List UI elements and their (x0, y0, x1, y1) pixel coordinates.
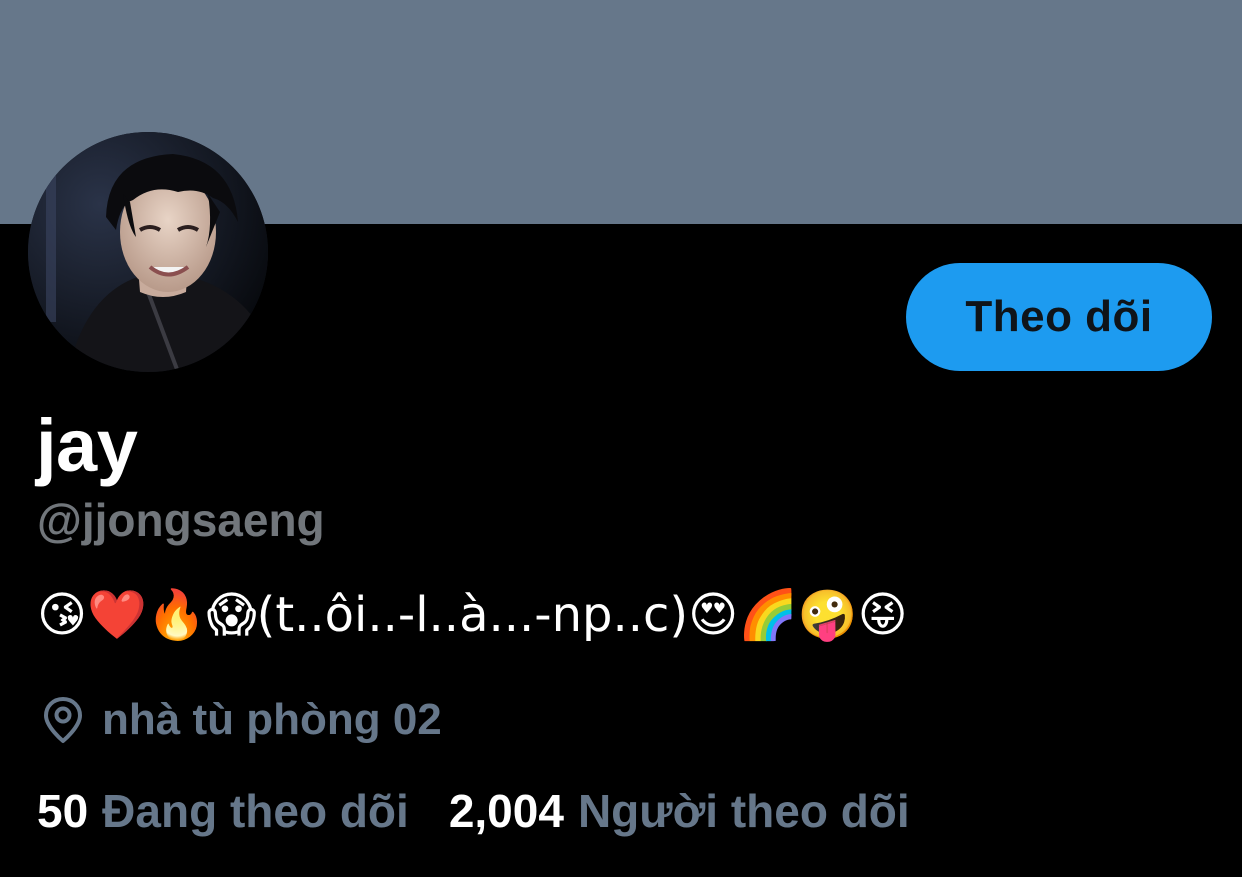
profile-handle: @jjongsaeng (37, 494, 325, 546)
following-label: Đang theo dõi (102, 785, 409, 837)
profile-stats: 50 Đang theo dõi 2,004 Người theo dõi (37, 780, 910, 842)
followers-link[interactable]: 2,004 Người theo dõi (449, 780, 910, 842)
map-pin-icon (40, 695, 86, 745)
following-count: 50 (37, 785, 89, 837)
location-text: nhà tù phòng 02 (102, 695, 442, 744)
follow-button[interactable]: Theo dõi (906, 263, 1212, 371)
display-name: jay (36, 404, 138, 487)
followers-label: Người theo dõi (577, 785, 910, 837)
avatar[interactable] (28, 132, 268, 372)
profile-location: nhà tù phòng 02 (40, 690, 442, 750)
avatar-photo (28, 132, 268, 372)
profile-bio: 😘❤️🔥😱(t..ôi..-l..à...-np..c)😍🌈🤪😝 (37, 587, 908, 643)
followers-count: 2,004 (448, 785, 564, 837)
following-link[interactable]: 50 Đang theo dõi (37, 780, 409, 842)
